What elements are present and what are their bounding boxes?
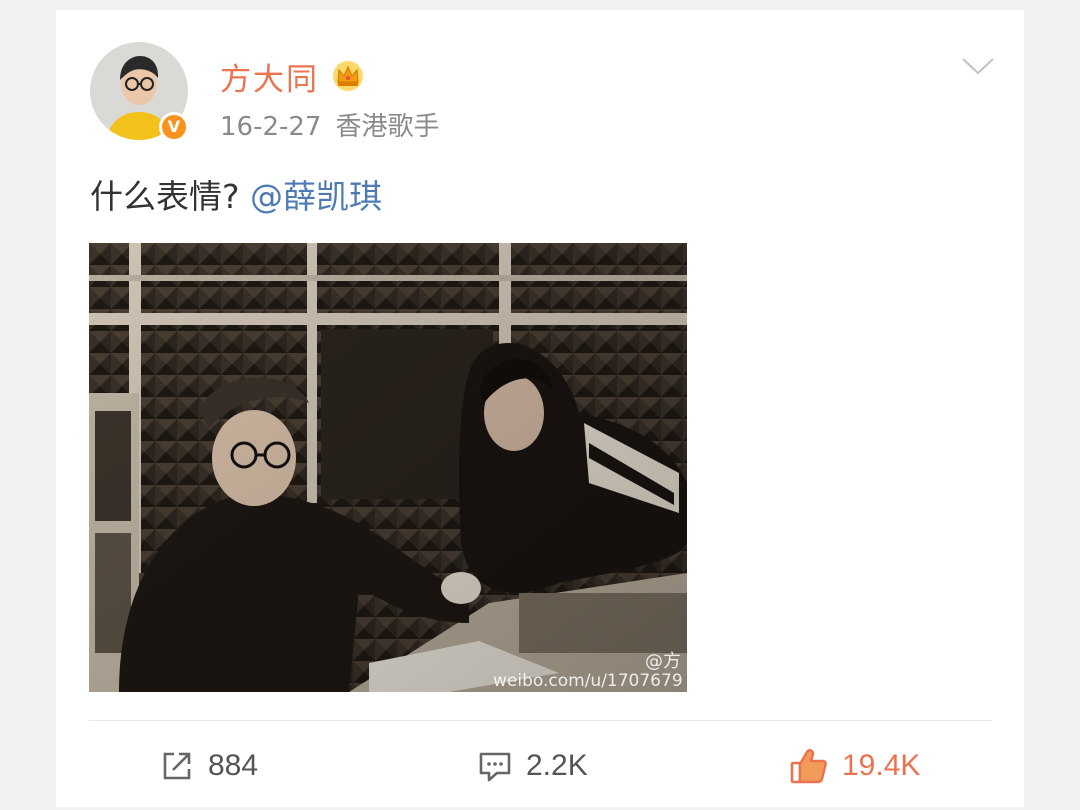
watermark-handle: @方 <box>645 651 681 672</box>
chevron-down-icon[interactable] <box>961 56 995 76</box>
like-count: 19.4K <box>842 749 921 782</box>
avatar[interactable]: V <box>90 42 189 142</box>
repost-icon <box>163 752 191 780</box>
weibo-post-card: V 方大同 16-2-27 香港歌手 什么表情? @薛凯琪 @方 weibo.c… <box>56 10 1024 807</box>
divider <box>89 720 992 721</box>
post-text-body: 什么表情? <box>90 177 251 216</box>
post-meta: 16-2-27 香港歌手 <box>220 106 440 143</box>
like-icon <box>790 749 827 784</box>
post-date: 16-2-27 <box>220 112 322 142</box>
comment-button[interactable]: 2.2K <box>478 746 588 786</box>
verified-badge-icon: V <box>159 112 189 142</box>
repost-button[interactable]: 884 <box>160 746 258 786</box>
comment-count: 2.2K <box>526 749 588 782</box>
post-text: 什么表情? @薛凯琪 <box>90 170 382 218</box>
post-source: 香港歌手 <box>335 112 440 142</box>
mention-link[interactable]: @薛凯琪 <box>250 177 382 216</box>
username[interactable]: 方大同 <box>220 54 319 99</box>
post-photo[interactable]: @方 weibo.com/u/1707679 <box>89 243 687 692</box>
crown-icon <box>333 61 363 91</box>
like-button[interactable]: 19.4K <box>790 746 920 786</box>
comment-icon <box>479 752 511 782</box>
watermark-url: weibo.com/u/1707679 <box>493 671 683 691</box>
repost-count: 884 <box>208 749 259 782</box>
